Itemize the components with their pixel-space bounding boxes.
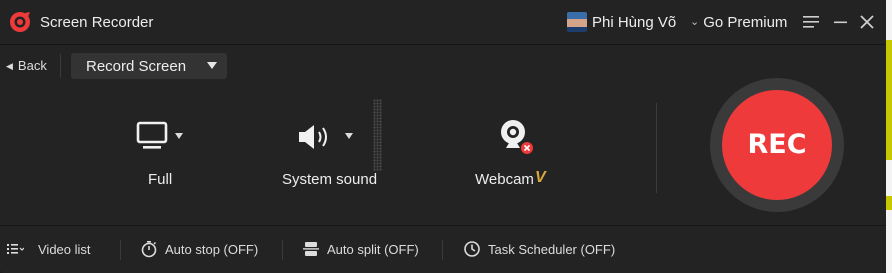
app-title: Screen Recorder <box>40 14 154 31</box>
record-mode-value: Record Screen <box>86 58 187 75</box>
back-arrow-icon: ◀ <box>6 61 13 71</box>
sound-dropdown-caret-icon[interactable] <box>345 133 353 139</box>
screen-recorder-logo-icon <box>10 12 30 32</box>
divider <box>656 103 657 193</box>
back-button[interactable]: ◀ Back <box>6 58 47 73</box>
list-icon[interactable] <box>6 240 24 258</box>
auto-stop-button[interactable]: Auto stop (OFF) <box>165 242 258 257</box>
split-icon[interactable] <box>302 240 320 258</box>
desktop-background-edge <box>886 0 892 273</box>
desktop-edge-highlight <box>886 196 892 210</box>
back-label: Back <box>17 58 47 73</box>
screen-dropdown-caret-icon[interactable] <box>175 133 183 139</box>
chevron-down-icon: ⌄ <box>690 16 700 28</box>
screen-option-label: Full <box>148 171 173 188</box>
title-bar: Screen Recorder Phi Hùng Võ ⌄ Go Premium <box>0 0 886 45</box>
avatar[interactable] <box>567 12 587 32</box>
close-icon[interactable] <box>858 13 876 31</box>
record-mode-dropdown[interactable]: Record Screen <box>71 53 227 79</box>
auto-split-button[interactable]: Auto split (OFF) <box>327 242 419 257</box>
bottom-toolbar: Video list Auto stop (OFF) Auto split (O… <box>0 225 886 273</box>
monitor-icon[interactable] <box>136 121 168 151</box>
hamburger-menu-icon[interactable] <box>802 13 820 31</box>
user-name[interactable]: Phi Hùng Võ <box>592 14 676 31</box>
clock-icon[interactable] <box>463 240 481 258</box>
webcam-icon[interactable] <box>497 118 537 158</box>
desktop-edge-highlight <box>886 40 892 160</box>
audio-level-meter <box>373 99 382 171</box>
task-scheduler-button[interactable]: Task Scheduler (OFF) <box>488 242 615 257</box>
stopwatch-icon[interactable] <box>140 240 158 258</box>
divider <box>120 240 121 260</box>
speaker-icon[interactable] <box>297 121 337 153</box>
video-list-button[interactable]: Video list <box>38 242 91 257</box>
sound-option-label: System sound <box>282 171 378 188</box>
divider <box>442 240 443 260</box>
go-premium-label: Go Premium <box>703 14 788 31</box>
go-premium-button[interactable]: ⌄ Go Premium <box>690 14 787 31</box>
record-button[interactable]: REC <box>722 90 832 200</box>
divider <box>60 54 61 78</box>
minimize-icon[interactable] <box>832 13 850 31</box>
screen-recorder-window: Screen Recorder Phi Hùng Võ ⌄ Go Premium … <box>0 0 886 273</box>
webcam-option-label: Webcam <box>475 171 534 188</box>
caret-down-icon <box>207 62 217 69</box>
vip-badge: V <box>535 169 546 186</box>
divider <box>282 240 283 260</box>
